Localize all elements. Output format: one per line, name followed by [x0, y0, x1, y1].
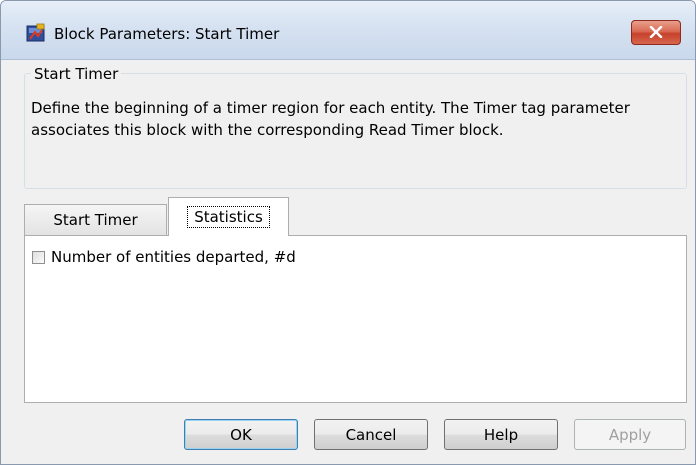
- description-group: Start Timer Define the beginning of a ti…: [24, 64, 687, 189]
- close-button[interactable]: [631, 20, 681, 45]
- group-title: Start Timer: [31, 64, 122, 84]
- statistics-panel: Number of entities departed, #d: [24, 235, 687, 403]
- dialog-window: Block Parameters: Start Timer Start Time…: [0, 0, 696, 465]
- apply-button[interactable]: Apply: [574, 419, 686, 450]
- dialog-body: Start Timer Define the beginning of a ti…: [8, 60, 688, 464]
- title-bar[interactable]: Block Parameters: Start Timer: [1, 1, 695, 60]
- departed-checkbox-label[interactable]: Number of entities departed, #d: [51, 248, 296, 266]
- departed-checkbox-row[interactable]: Number of entities departed, #d: [32, 248, 296, 266]
- simulink-block-icon: [26, 23, 46, 43]
- tab-statistics[interactable]: Statistics: [168, 197, 289, 236]
- cancel-button[interactable]: Cancel: [314, 419, 428, 450]
- close-icon: [649, 23, 663, 42]
- ok-button[interactable]: OK: [184, 419, 298, 450]
- tab-label: Start Timer: [53, 211, 138, 229]
- tab-start-timer[interactable]: Start Timer: [24, 204, 167, 235]
- tab-label: Statistics: [187, 206, 270, 228]
- window-title: Block Parameters: Start Timer: [54, 25, 280, 43]
- block-description: Define the beginning of a timer region f…: [31, 99, 630, 139]
- help-button[interactable]: Help: [444, 419, 558, 450]
- departed-checkbox[interactable]: [32, 250, 45, 264]
